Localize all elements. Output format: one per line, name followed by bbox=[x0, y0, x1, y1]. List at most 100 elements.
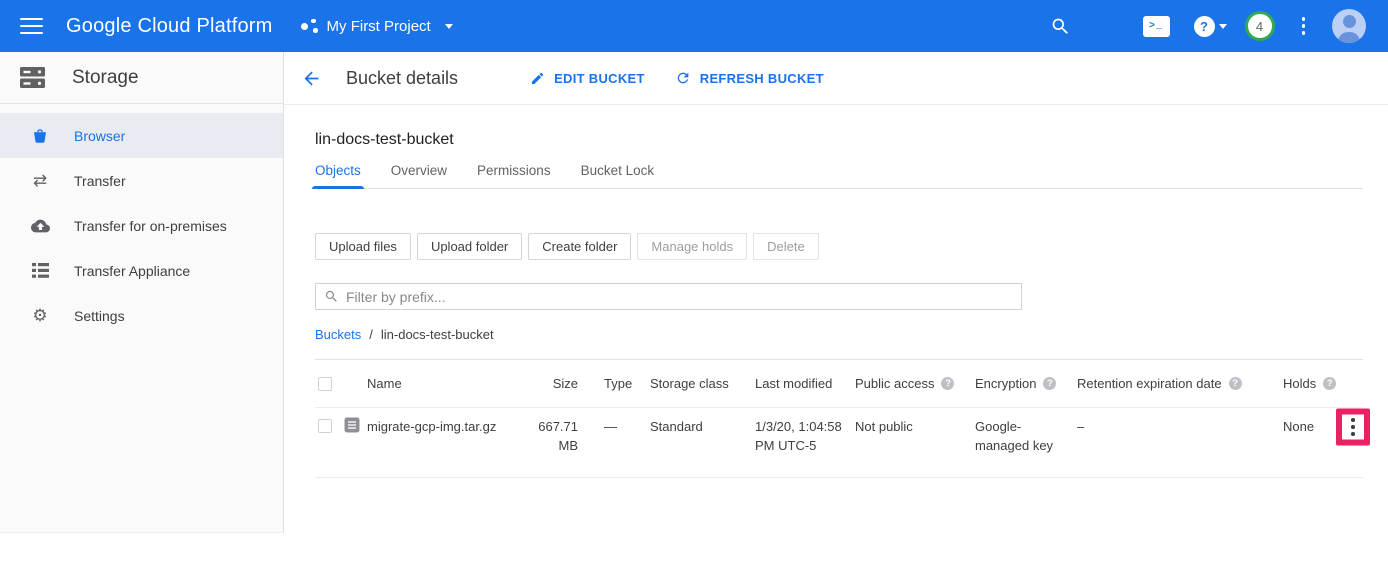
help-menu[interactable]: ? bbox=[1194, 16, 1227, 37]
tab-bucket-lock[interactable]: Bucket Lock bbox=[581, 163, 655, 188]
storage-product-icon bbox=[18, 66, 46, 89]
column-header-name[interactable]: Name bbox=[367, 376, 520, 391]
help-icon[interactable]: ? bbox=[1229, 377, 1242, 390]
column-label: Encryption bbox=[975, 376, 1036, 391]
sidebar-item-transfer-appliance[interactable]: Transfer Appliance bbox=[0, 248, 283, 293]
sidebar-item-label: Transfer Appliance bbox=[74, 263, 190, 279]
sidebar-item-label: Transfer for on-premises bbox=[74, 218, 227, 234]
edit-bucket-label: EDIT BUCKET bbox=[554, 71, 645, 86]
help-icon[interactable]: ? bbox=[941, 377, 954, 390]
table-row: migrate-gcp-img.tar.gz 667.71 MB — Stand… bbox=[315, 408, 1363, 478]
filter-input[interactable] bbox=[346, 289, 1021, 305]
hamburger-menu-icon[interactable] bbox=[20, 18, 43, 35]
sidebar-title: Storage bbox=[72, 67, 139, 89]
row-checkbox[interactable] bbox=[318, 419, 332, 433]
column-header-type[interactable]: Type bbox=[582, 376, 648, 391]
column-header-retention-expiration-date[interactable]: Retention expiration date ? bbox=[1075, 376, 1281, 391]
cell-last-modified: 1/3/20, 1:04:58 PM UTC-5 bbox=[753, 408, 853, 456]
upload-folder-button[interactable]: Upload folder bbox=[417, 233, 522, 260]
tab-objects[interactable]: Objects bbox=[315, 163, 361, 188]
column-label: Holds bbox=[1283, 376, 1316, 391]
objects-table: Name Size Type Storage class Last modifi… bbox=[315, 359, 1363, 478]
bucket-name: lin-docs-test-bucket bbox=[315, 131, 1363, 149]
cell-public-access: Not public bbox=[853, 408, 973, 437]
main-panel: Bucket details EDIT BUCKET REFRESH BUCKE… bbox=[284, 52, 1388, 579]
project-icon bbox=[301, 18, 318, 35]
gcp-console: Google Cloud Platform My First Project >… bbox=[0, 0, 1388, 579]
cell-retention-expiration-date: – bbox=[1075, 408, 1281, 437]
breadcrumb-current: lin-docs-test-bucket bbox=[381, 327, 494, 342]
cell-name[interactable]: migrate-gcp-img.tar.gz bbox=[367, 408, 520, 437]
bucket-icon bbox=[30, 127, 50, 145]
avatar[interactable] bbox=[1332, 9, 1366, 43]
gear-icon: ⚙ bbox=[30, 307, 50, 324]
refresh-icon bbox=[675, 70, 691, 86]
refresh-bucket-button[interactable]: REFRESH BUCKET bbox=[675, 70, 824, 86]
sidebar-item-transfer[interactable]: ⇄ Transfer bbox=[0, 158, 283, 203]
delete-button[interactable]: Delete bbox=[753, 233, 819, 260]
file-icon bbox=[341, 408, 367, 438]
appliance-list-icon bbox=[30, 263, 50, 278]
search-icon[interactable] bbox=[1050, 16, 1071, 37]
more-options-icon[interactable] bbox=[1302, 17, 1306, 35]
help-icon: ? bbox=[1194, 16, 1215, 37]
column-header-last-modified[interactable]: Last modified bbox=[753, 376, 853, 391]
project-selector[interactable]: My First Project bbox=[301, 18, 453, 35]
page-header: Bucket details EDIT BUCKET REFRESH BUCKE… bbox=[284, 52, 1388, 105]
project-name: My First Project bbox=[327, 18, 431, 35]
upload-files-button[interactable]: Upload files bbox=[315, 233, 411, 260]
sidebar-item-label: Transfer bbox=[74, 173, 126, 189]
cell-type: — bbox=[582, 408, 648, 437]
tab-overview[interactable]: Overview bbox=[391, 163, 447, 188]
column-label: Retention expiration date bbox=[1077, 376, 1222, 391]
breadcrumb-separator: / bbox=[369, 327, 373, 342]
brand-logo[interactable]: Google Cloud Platform bbox=[66, 15, 273, 38]
create-folder-button[interactable]: Create folder bbox=[528, 233, 631, 260]
tab-permissions[interactable]: Permissions bbox=[477, 163, 551, 188]
breadcrumb: Buckets / lin-docs-test-bucket bbox=[315, 327, 1363, 342]
search-icon bbox=[324, 289, 339, 304]
column-header-encryption[interactable]: Encryption ? bbox=[973, 376, 1075, 391]
topbar: Google Cloud Platform My First Project >… bbox=[0, 0, 1388, 52]
column-header-size[interactable]: Size bbox=[520, 376, 582, 391]
pencil-icon bbox=[530, 71, 545, 86]
breadcrumb-buckets-link[interactable]: Buckets bbox=[315, 327, 361, 342]
sidebar-item-label: Settings bbox=[74, 308, 125, 324]
chevron-down-icon bbox=[445, 24, 453, 29]
notifications-badge[interactable]: 4 bbox=[1245, 11, 1275, 41]
filter-field bbox=[315, 283, 1022, 310]
column-header-holds[interactable]: Holds ? bbox=[1281, 376, 1343, 391]
sidebar-item-label: Browser bbox=[74, 128, 125, 144]
sidebar-item-settings[interactable]: ⚙ Settings bbox=[0, 293, 283, 338]
edit-bucket-button[interactable]: EDIT BUCKET bbox=[530, 71, 645, 86]
column-header-storage-class[interactable]: Storage class bbox=[648, 376, 753, 391]
cell-encryption: Google-managed key bbox=[973, 408, 1075, 456]
cloud-upload-icon bbox=[30, 219, 50, 233]
back-arrow-icon[interactable] bbox=[299, 66, 323, 90]
select-all-checkbox[interactable] bbox=[318, 377, 332, 391]
objects-toolbar: Upload files Upload folder Create folder… bbox=[315, 233, 1363, 260]
sidebar-nav: Browser ⇄ Transfer Transfer for on-premi… bbox=[0, 104, 283, 338]
column-label: Public access bbox=[855, 376, 934, 391]
table-header-row: Name Size Type Storage class Last modifi… bbox=[315, 360, 1363, 408]
chevron-down-icon bbox=[1219, 24, 1227, 29]
more-options-icon bbox=[1351, 418, 1355, 436]
row-menu-button[interactable] bbox=[1345, 418, 1361, 436]
notification-count: 4 bbox=[1256, 19, 1263, 34]
cell-size: 667.71 MB bbox=[520, 408, 582, 456]
cloud-shell-icon[interactable]: >_ bbox=[1143, 16, 1170, 37]
help-icon[interactable]: ? bbox=[1043, 377, 1056, 390]
sidebar-item-transfer-on-premises[interactable]: Transfer for on-premises bbox=[0, 203, 283, 248]
sidebar-item-browser[interactable]: Browser bbox=[0, 113, 283, 158]
help-icon[interactable]: ? bbox=[1323, 377, 1336, 390]
bucket-tabs: Objects Overview Permissions Bucket Lock bbox=[315, 163, 1363, 189]
manage-holds-button[interactable]: Manage holds bbox=[637, 233, 747, 260]
cell-storage-class: Standard bbox=[648, 408, 753, 437]
column-header-public-access[interactable]: Public access ? bbox=[853, 376, 973, 391]
cloud-shell-glyph: >_ bbox=[1149, 21, 1163, 32]
refresh-bucket-label: REFRESH BUCKET bbox=[700, 71, 824, 86]
page-title: Bucket details bbox=[346, 68, 458, 89]
transfer-arrows-icon: ⇄ bbox=[30, 172, 50, 189]
cell-holds: None bbox=[1281, 408, 1343, 437]
sidebar-header: Storage bbox=[0, 52, 283, 104]
